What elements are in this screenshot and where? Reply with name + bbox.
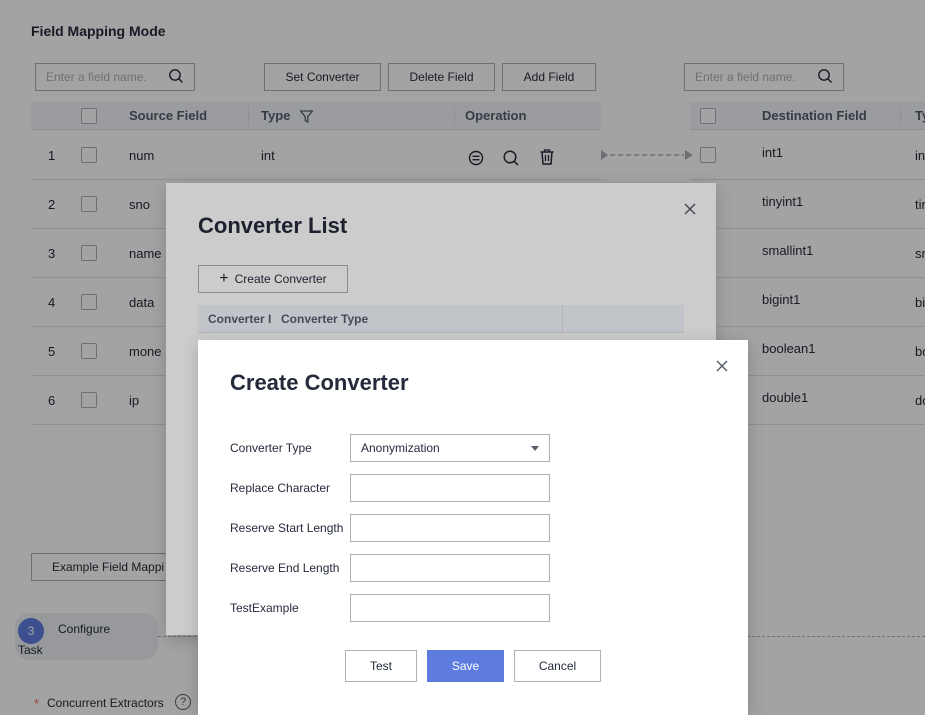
test-example-label: TestExample [230, 601, 299, 615]
reserve-end-length-label: Reserve End Length [230, 561, 340, 575]
converter-type-label: Converter Type [230, 441, 312, 455]
close-icon[interactable] [715, 359, 729, 373]
test-button[interactable]: Test [345, 650, 417, 682]
reserve-end-length-input[interactable] [350, 554, 550, 582]
chevron-down-icon [531, 445, 539, 451]
converter-type-select[interactable]: Anonymization [350, 434, 550, 462]
converter-type-value: Anonymization [361, 441, 440, 455]
replace-character-input[interactable] [350, 474, 550, 502]
save-button[interactable]: Save [427, 650, 504, 682]
reserve-start-length-input[interactable] [350, 514, 550, 542]
cancel-button[interactable]: Cancel [514, 650, 601, 682]
replace-character-label: Replace Character [230, 481, 331, 495]
reserve-start-length-label: Reserve Start Length [230, 521, 344, 535]
create-converter-dialog: Create Converter Converter Type Anonymiz… [198, 340, 748, 715]
create-converter-title: Create Converter [230, 370, 409, 395]
test-example-input[interactable] [350, 594, 550, 622]
